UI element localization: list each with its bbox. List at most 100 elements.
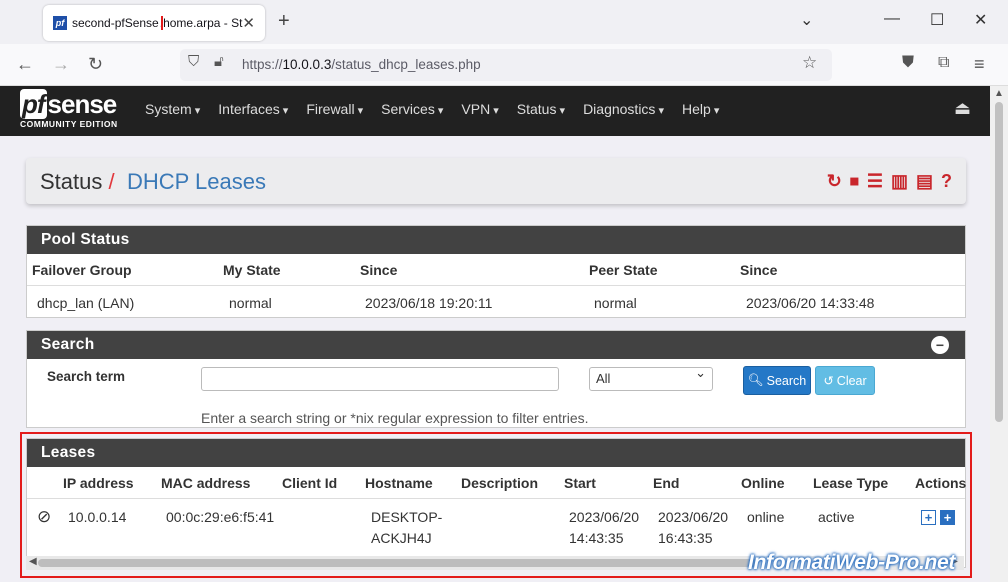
- cell-failover-group: dhcp_lan (LAN): [37, 295, 135, 311]
- main-menu: System Interfaces Firewall Services VPN …: [145, 101, 719, 117]
- add-static-mapping-icon[interactable]: +: [921, 510, 936, 525]
- pocket-icon[interactable]: ⛊: [902, 54, 914, 72]
- breadcrumb-toolbar: ↻ ⏹ ☰ ▥ ▤ ?: [827, 171, 952, 192]
- forward-icon[interactable]: →: [52, 54, 70, 75]
- log-list-icon[interactable]: ▤: [916, 171, 933, 192]
- browser-tab-bar: pf second-pfSense.home.arpa - St ✕ + ⌄ —…: [0, 0, 1008, 44]
- header-online: Online: [741, 475, 785, 491]
- cell-hostname-line1: DESKTOP-: [371, 509, 443, 525]
- cell-end-time: 16:43:35: [658, 530, 713, 546]
- url-text: https://10.0.0.3/status_dhcp_leases.php: [242, 57, 481, 72]
- menu-firewall[interactable]: Firewall: [306, 101, 363, 117]
- back-icon[interactable]: ←: [16, 54, 34, 75]
- browser-tab[interactable]: pf second-pfSense.home.arpa - St ✕: [43, 5, 265, 41]
- horizontal-scrollbar-thumb[interactable]: [38, 559, 758, 567]
- page-title[interactable]: DHCP Leases: [127, 169, 266, 195]
- close-tab-icon[interactable]: ✕: [242, 14, 255, 32]
- maximize-icon[interactable]: ☐: [930, 10, 944, 30]
- shield-icon[interactable]: ⛉: [188, 53, 199, 70]
- extensions-icon[interactable]: ⧉: [938, 54, 949, 72]
- scrollbar-thumb[interactable]: [995, 102, 1003, 422]
- pfsense-navbar: pfsense COMMUNITY EDITION System Interfa…: [0, 86, 990, 136]
- new-tab-icon[interactable]: +: [278, 10, 290, 33]
- header-ip-address: IP address: [63, 475, 134, 491]
- pfsense-logo[interactable]: pf sense COMMUNITY EDITION: [20, 89, 118, 129]
- cell-lease-type: active: [818, 509, 855, 525]
- menu-vpn[interactable]: VPN: [461, 101, 498, 117]
- logo-text: pf sense: [20, 89, 117, 119]
- pfsense-favicon-icon: pf: [53, 16, 67, 30]
- search-filter-select[interactable]: All: [589, 365, 713, 391]
- menu-help[interactable]: Help: [682, 101, 719, 117]
- search-input[interactable]: [201, 367, 559, 391]
- breadcrumb-section[interactable]: Status /: [40, 169, 115, 195]
- tab-title: second-pfSense.home.arpa - St: [71, 16, 251, 30]
- search-button[interactable]: 🔍︎ Search: [743, 366, 811, 395]
- bar-chart-icon[interactable]: ▥: [891, 171, 908, 192]
- header-actions: Actions: [915, 475, 967, 491]
- lock-icon[interactable]: 🔓︎: [214, 53, 224, 70]
- help-icon[interactable]: ?: [941, 171, 952, 192]
- tab-title-highlight: second-pfSense: [71, 16, 163, 30]
- page-scrollbar[interactable]: ▲: [990, 86, 1008, 582]
- undo-icon: ↺: [823, 374, 834, 388]
- cell-peer-state: normal: [594, 295, 637, 311]
- watermark: InformatiWeb-Pro.net: [748, 551, 956, 574]
- search-filter-value: All: [596, 371, 611, 386]
- tab-list-chevron-icon[interactable]: ⌄: [800, 10, 813, 30]
- menu-services[interactable]: Services: [381, 101, 443, 117]
- collapse-panel-icon[interactable]: −: [931, 336, 949, 354]
- bookmark-star-icon[interactable]: ☆: [802, 53, 817, 73]
- search-help-text: Enter a search string or *nix regular ex…: [201, 410, 589, 426]
- pool-status-title: Pool Status: [27, 226, 965, 254]
- header-since: Since: [360, 262, 398, 278]
- search-title: Search: [27, 331, 965, 359]
- cell-ip: 10.0.0.14: [68, 509, 127, 525]
- scroll-left-icon[interactable]: ◀: [29, 556, 37, 567]
- menu-status[interactable]: Status: [517, 101, 565, 117]
- menu-icon[interactable]: ≡: [974, 54, 985, 75]
- header-failover-group: Failover Group: [32, 262, 132, 278]
- breadcrumb: Status / DHCP Leases ↻ ⏹ ☰ ▥ ▤ ?: [26, 158, 966, 204]
- restart-service-icon[interactable]: ↻: [827, 171, 842, 192]
- scroll-up-icon[interactable]: ▲: [994, 88, 1004, 99]
- reload-icon[interactable]: ↻: [88, 54, 103, 75]
- header-my-state: My State: [223, 262, 281, 278]
- header-start: Start: [564, 475, 596, 491]
- divider: [27, 285, 965, 286]
- header-peer-state: Peer State: [589, 262, 658, 278]
- close-window-icon[interactable]: ✕: [974, 10, 987, 30]
- clear-button[interactable]: ↺ Clear: [815, 366, 875, 395]
- leases-panel: Leases IP address MAC address Client Id …: [26, 438, 966, 568]
- search-icon: 🔍︎: [747, 373, 764, 387]
- cell-since: 2023/06/18 19:20:11: [365, 295, 493, 311]
- header-description: Description: [461, 475, 539, 491]
- cell-online: online: [747, 509, 785, 525]
- menu-diagnostics[interactable]: Diagnostics: [583, 101, 664, 117]
- header-peer-since: Since: [740, 262, 778, 278]
- header-mac-address: MAC address: [161, 475, 251, 491]
- stop-service-icon[interactable]: ⏹: [850, 171, 859, 192]
- cell-hostname-line2: ACKJH4J: [371, 530, 432, 546]
- cell-peer-since: 2023/06/20 14:33:48: [746, 295, 875, 311]
- minimize-icon[interactable]: —: [884, 10, 900, 28]
- logout-icon[interactable]: ⏏: [954, 98, 971, 119]
- add-wol-mapping-icon[interactable]: +: [940, 510, 955, 525]
- clear-button-label: Clear: [836, 373, 867, 388]
- header-lease-type: Lease Type: [813, 475, 889, 491]
- cell-end-date: 2023/06/20: [658, 509, 729, 525]
- page-content: Status / DHCP Leases ↻ ⏹ ☰ ▥ ▤ ? Pool St…: [0, 136, 990, 582]
- cell-start-time: 14:43:35: [569, 530, 624, 546]
- url-bar[interactable]: ⛉ 🔓︎ https://10.0.0.3/status_dhcp_leases…: [180, 49, 832, 81]
- search-term-label: Search term: [47, 369, 126, 384]
- search-button-label: Search: [766, 373, 807, 388]
- menu-system[interactable]: System: [145, 101, 200, 117]
- menu-interfaces[interactable]: Interfaces: [218, 101, 288, 117]
- browser-nav-bar: ← → ↻ ⛉ 🔓︎ https://10.0.0.3/status_dhcp_…: [0, 44, 1008, 86]
- cell-my-state: normal: [229, 295, 272, 311]
- divider: [27, 498, 965, 499]
- settings-sliders-icon[interactable]: ☰: [867, 171, 883, 192]
- pool-status-panel: Pool Status Failover Group My State Sinc…: [26, 225, 966, 318]
- search-panel: Search − Search term All 🔍︎Search ↺Clear…: [26, 330, 966, 428]
- leases-title: Leases: [27, 439, 965, 467]
